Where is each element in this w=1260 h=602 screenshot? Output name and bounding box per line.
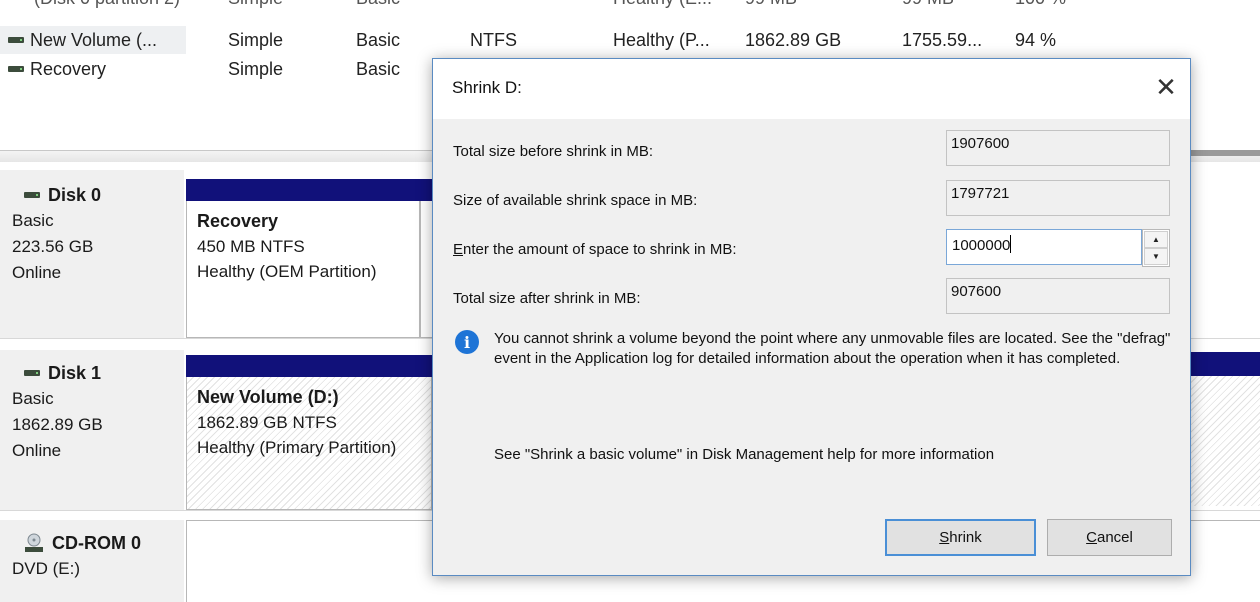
volume-layout: New Volume (...	[30, 30, 158, 50]
volume-capacity: 1862.89 GB	[745, 30, 842, 50]
cdrom0-detail: DVD (E:)	[12, 559, 80, 578]
volume-pct: 94 %	[1015, 30, 1057, 50]
disk0-label[interactable]: Disk 0 Basic 223.56 GB Online	[0, 170, 184, 338]
text-caret	[1010, 235, 1012, 253]
disk0-partition-recovery[interactable]: Recovery 450 MB NTFS Healthy (OEM Partit…	[186, 179, 420, 338]
drive-icon	[8, 36, 24, 43]
shrink-button-accel: S	[939, 529, 950, 546]
volume-layout: Recovery	[30, 59, 107, 79]
partition-size: 1862.89 GB NTFS	[197, 413, 337, 432]
volume-status: Healthy (P...	[613, 30, 710, 50]
drive-icon	[8, 65, 24, 72]
total-after-field: 907600	[946, 278, 1170, 314]
available-shrink-label: Size of available shrink space in MB:	[453, 192, 698, 209]
volume-free: 1755.59...	[902, 30, 983, 50]
partition-bar	[186, 179, 420, 201]
spin-up-icon[interactable]: ▲	[1144, 231, 1168, 248]
shrink-amount-label-text: nter the amount of space to shrink in MB…	[463, 241, 737, 258]
disk1-name: Disk 1	[48, 363, 102, 383]
shrink-amount-input[interactable]: 1000000	[946, 229, 1142, 265]
total-before-label: Total size before shrink in MB:	[453, 143, 654, 160]
volume-capacity: 99 MB	[745, 0, 797, 12]
info-message: You cannot shrink a volume beyond the po…	[494, 330, 1171, 367]
partition-status: Healthy (OEM Partition)	[197, 262, 377, 281]
disk0-size: 223.56 GB	[12, 237, 94, 256]
shrink-amount-label-accel: E	[453, 241, 464, 258]
cdrom0-name: CD-ROM 0	[52, 533, 141, 553]
volume-disk-type: Basic	[356, 30, 401, 50]
help-message: See "Shrink a basic volume" in Disk Mana…	[494, 446, 995, 463]
disk1-size: 1862.89 GB	[12, 415, 103, 434]
shrink-button[interactable]: Shrink	[885, 519, 1036, 556]
partition-name: Recovery	[197, 211, 279, 231]
disk1-partition-new-volume[interactable]: New Volume (D:) 1862.89 GB NTFS Healthy …	[186, 355, 432, 510]
total-before-field: 1907600	[946, 130, 1170, 166]
partition-bar	[186, 355, 432, 377]
shrink-amount-spinner[interactable]: ▲ ▼	[1142, 229, 1170, 267]
volume-type: Simple	[228, 0, 283, 12]
shrink-button-label: hrink	[949, 529, 982, 546]
cancel-button-accel: C	[1086, 529, 1097, 546]
volume-disk-type: Basic	[356, 0, 400, 12]
dialog-titlebar[interactable]: Shrink D: ✕	[433, 59, 1190, 119]
disk1-state: Online	[12, 441, 62, 460]
volume-row-partition[interactable]: (Disk 0 partition 2) Simple Basic Health…	[0, 0, 1260, 12]
disk0-bar-edge	[1190, 150, 1260, 156]
volume-disk-type: Basic	[356, 59, 401, 79]
close-icon[interactable]: ✕	[1148, 69, 1184, 105]
drive-icon	[24, 191, 40, 198]
volume-type: Simple	[228, 59, 284, 79]
shrink-amount-value: 1000000	[952, 237, 1011, 254]
disk1-label[interactable]: Disk 1 Basic 1862.89 GB Online	[0, 350, 184, 510]
disk0-state: Online	[12, 263, 62, 282]
available-shrink-field: 1797721	[946, 180, 1170, 216]
volume-row-new-volume[interactable]: New Volume (... Simple Basic NTFS Health…	[0, 26, 1260, 54]
info-icon: i	[455, 330, 479, 354]
drive-icon	[24, 369, 40, 376]
partition-bar	[1190, 352, 1260, 376]
partition-status: Healthy (Primary Partition)	[197, 438, 397, 457]
disk1-type: Basic	[12, 389, 54, 408]
dialog-title: Shrink D:	[452, 78, 522, 97]
partition-name: New Volume (D:)	[197, 387, 339, 407]
spin-down-icon[interactable]: ▼	[1144, 248, 1168, 265]
partition-size: 450 MB NTFS	[197, 237, 305, 256]
cancel-button[interactable]: Cancel	[1047, 519, 1172, 556]
cdrom-icon	[24, 533, 44, 553]
cdrom0-label[interactable]: CD-ROM 0 DVD (E:)	[0, 520, 184, 602]
shrink-amount-label: Enter the amount of space to shrink in M…	[453, 241, 737, 258]
volume-type: Simple	[228, 30, 284, 50]
volume-free: 99 MB	[902, 0, 954, 12]
volume-status: Healthy (E...	[613, 0, 712, 12]
volume-pct: 100 %	[1015, 0, 1066, 12]
total-after-label: Total size after shrink in MB:	[453, 290, 641, 307]
disk0-type: Basic	[12, 211, 54, 230]
volume-fs: NTFS	[470, 30, 517, 50]
disk1-partition-edge[interactable]	[1190, 376, 1260, 506]
disk0-name: Disk 0	[48, 185, 102, 205]
volume-name-cell: New Volume (...	[0, 26, 186, 54]
cancel-button-label: ancel	[1096, 529, 1133, 546]
volume-layout: (Disk 0 partition 2)	[34, 0, 180, 12]
